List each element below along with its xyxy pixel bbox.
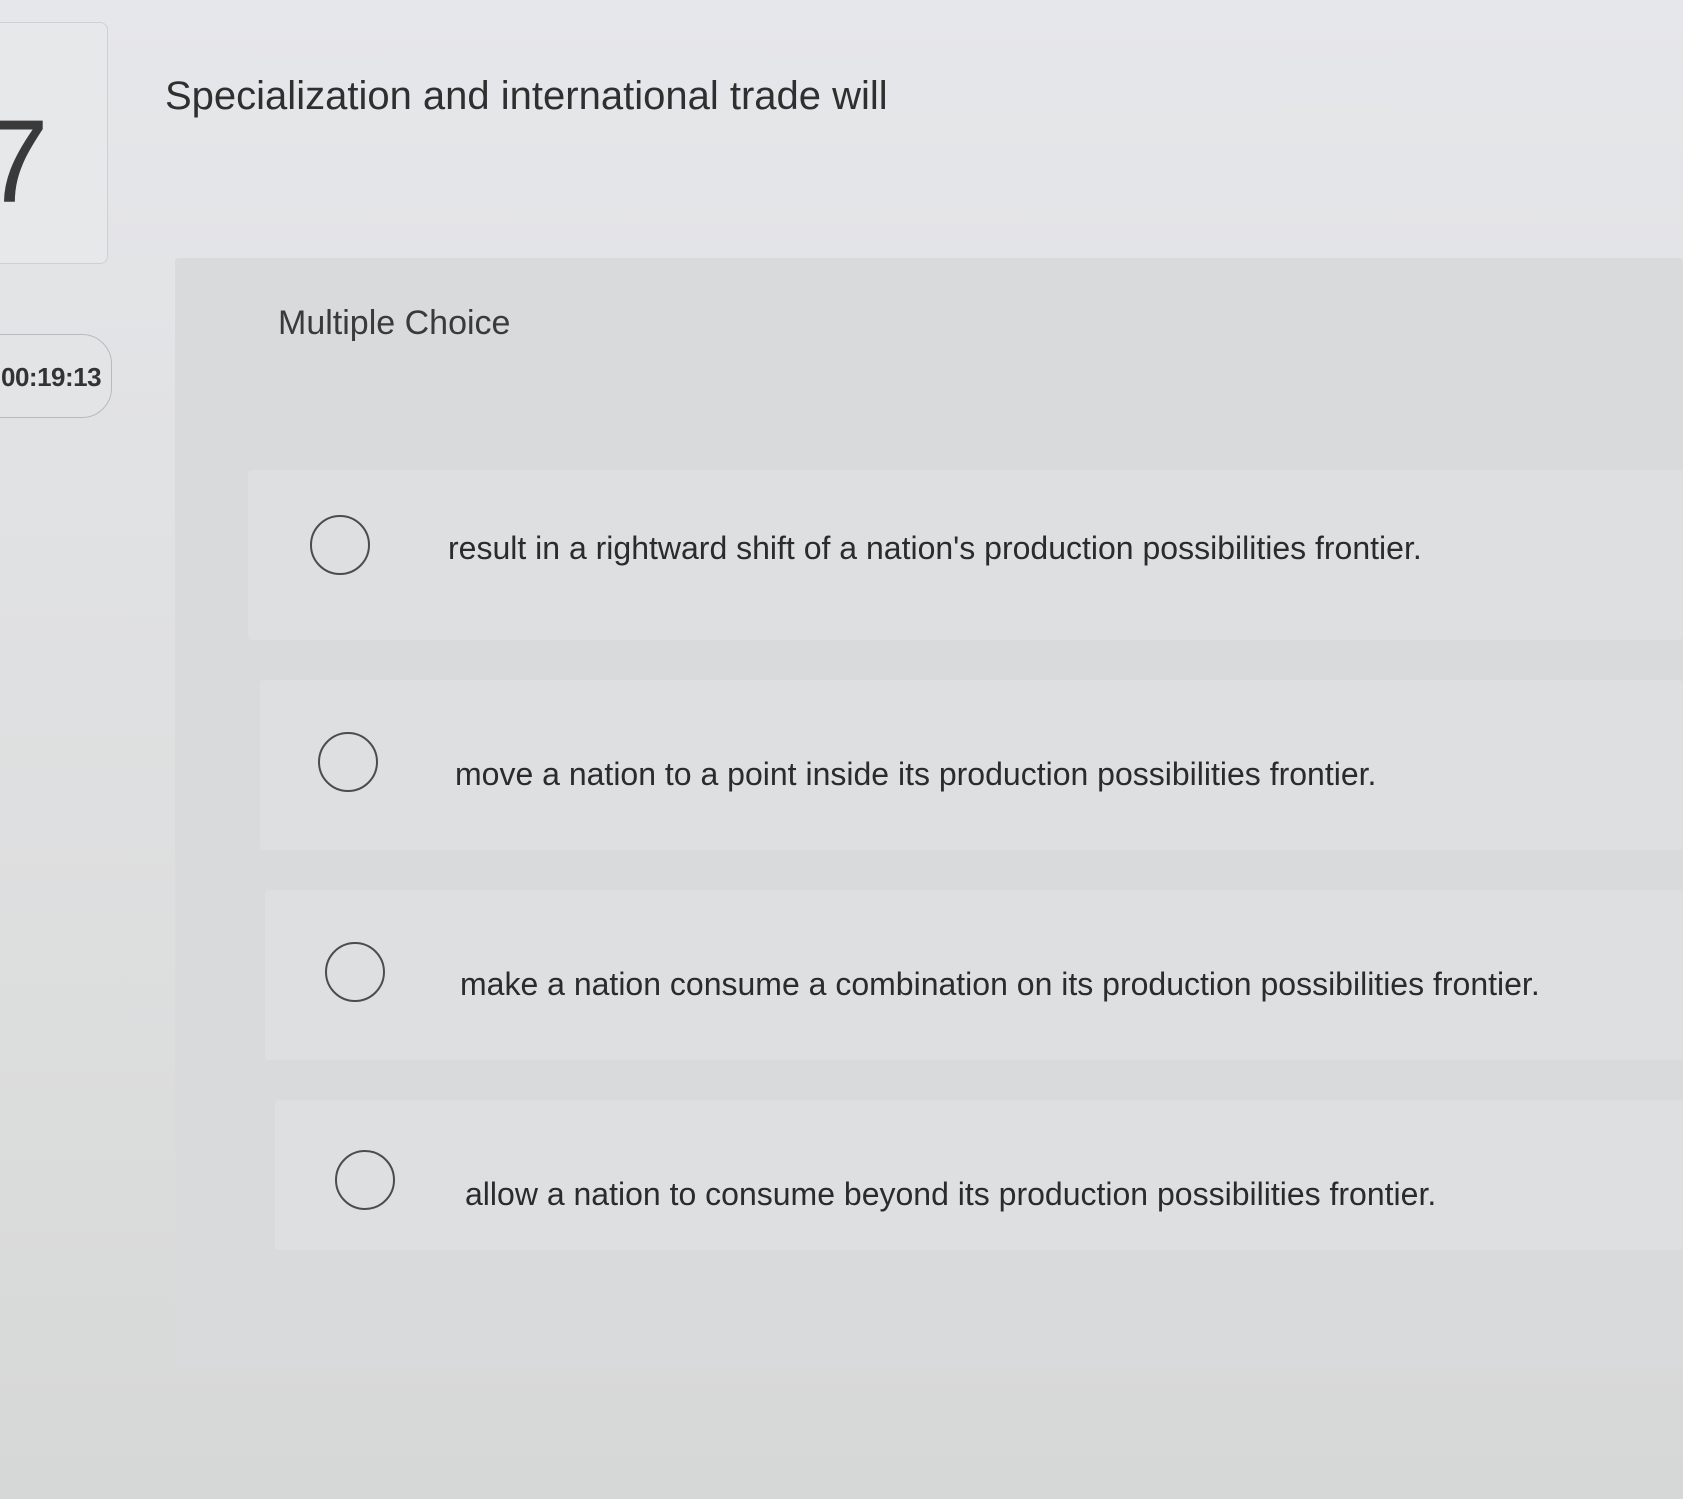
answer-option-3-text: make a nation consume a combination on i…: [460, 966, 1540, 1002]
answer-option-1-text: result in a rightward shift of a nation'…: [448, 530, 1422, 566]
question-number-box: 7: [0, 22, 108, 264]
radio-button-3[interactable]: [325, 942, 385, 1002]
timer-badge[interactable]: 00:19:13: [0, 334, 112, 418]
question-number: 7: [0, 96, 49, 228]
answer-option-1[interactable]: result in a rightward shift of a nation'…: [248, 470, 1683, 640]
radio-button-2[interactable]: [318, 732, 378, 792]
radio-button-4[interactable]: [335, 1150, 395, 1210]
timer-value: 00:19:13: [1, 362, 102, 392]
answer-option-2[interactable]: move a nation to a point inside its prod…: [260, 680, 1683, 850]
answer-option-3[interactable]: make a nation consume a combination on i…: [265, 890, 1683, 1060]
answer-option-2-text: move a nation to a point inside its prod…: [455, 756, 1377, 792]
question-prompt: Specialization and international trade w…: [165, 74, 888, 118]
question-type-label: Multiple Choice: [278, 304, 511, 342]
answer-option-4[interactable]: allow a nation to consume beyond its pro…: [275, 1100, 1683, 1250]
radio-button-1[interactable]: [310, 515, 370, 575]
answer-option-4-text: allow a nation to consume beyond its pro…: [465, 1176, 1437, 1212]
